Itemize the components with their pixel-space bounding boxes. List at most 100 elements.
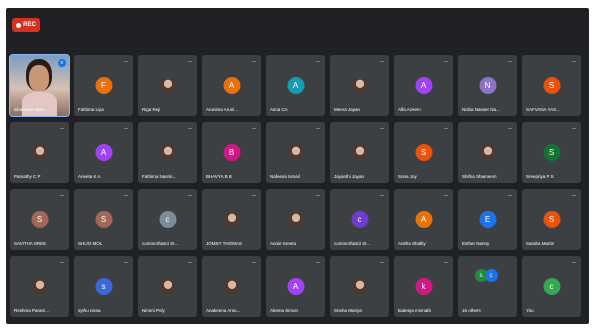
participant-tile[interactable]: ‥ Nafeesa Ismail xyxy=(266,122,325,183)
mic-off-icon: ‥ xyxy=(315,58,320,64)
participant-name: Sreepriya P S xyxy=(526,174,554,179)
participant-tile[interactable]: ‥ Jayanthi Jayan xyxy=(330,122,389,183)
avatar: A xyxy=(415,211,432,228)
mic-off-icon: ‥ xyxy=(187,58,192,64)
participant-name: Fathima Nasrin... xyxy=(142,174,177,179)
avatar: S xyxy=(415,144,432,161)
avatar: S xyxy=(31,211,48,228)
mic-off-icon: ‥ xyxy=(507,125,512,131)
mic-off-icon: ‥ xyxy=(443,259,448,265)
recording-badge: REC xyxy=(12,18,40,32)
participant-name: Asna CA xyxy=(270,107,288,112)
participant-tile[interactable]: ‥ S SAVITHA SREE xyxy=(10,189,69,250)
participant-name: Nafeesa Ismail xyxy=(270,174,300,179)
avatar: S xyxy=(543,211,560,228)
mic-off-icon: ‥ xyxy=(251,58,256,64)
avatar xyxy=(351,144,368,161)
participant-name: Parvathy C P xyxy=(14,174,41,179)
mic-off-icon: ‥ xyxy=(123,259,128,265)
mic-off-icon: ‥ xyxy=(59,192,64,198)
avatar: F xyxy=(95,77,112,94)
mic-off-icon: ‥ xyxy=(571,259,576,265)
participant-tile[interactable]: ‥ B BHAVYA B B xyxy=(202,122,261,183)
participant-tile[interactable]: ‥ c You xyxy=(522,256,581,317)
participant-tile[interactable]: ≡ Shareena Vara... xyxy=(9,54,70,117)
participant-tile[interactable]: ‥ Annie Sreeta xyxy=(266,189,325,250)
participant-name: Aleena Simon xyxy=(270,308,299,313)
avatar xyxy=(159,278,176,295)
participant-tile[interactable]: ‥ E Esther Nanny xyxy=(458,189,517,250)
participant-name: SAFVANA YAS... xyxy=(526,107,561,112)
mic-off-icon: ‥ xyxy=(251,192,256,198)
participant-name: Nimmi Poly xyxy=(142,308,165,313)
mic-off-icon: ‥ xyxy=(379,192,384,198)
participant-name: commerfiast3 St... xyxy=(334,241,371,246)
participant-tile[interactable]: ‥ A Aleena Simon xyxy=(266,256,325,317)
avatar xyxy=(351,278,368,295)
participant-tile[interactable]: ‥ S SHIJO MOL xyxy=(74,189,133,250)
participant-tile[interactable]: ‥ k kadeeja minnath xyxy=(394,256,453,317)
participant-name: Reshma Param... xyxy=(14,308,50,313)
avatar xyxy=(287,144,304,161)
mic-off-icon: ‥ xyxy=(59,259,64,265)
mic-off-icon: ‥ xyxy=(315,192,320,198)
mic-off-icon: ‥ xyxy=(443,125,448,131)
avatar xyxy=(287,211,304,228)
video-face xyxy=(29,65,49,91)
avatar: s xyxy=(95,278,112,295)
participant-name: Sandra Martin xyxy=(526,241,555,246)
mic-off-icon: ‥ xyxy=(123,192,128,198)
participant-tile[interactable]: ‥ Meera Jayan xyxy=(330,55,389,116)
participant-tile[interactable]: ‥ Sneha Mariya xyxy=(330,256,389,317)
mic-off-icon: ‥ xyxy=(59,125,64,131)
participant-tile[interactable]: ‥ Fathima Nasrin... xyxy=(138,122,197,183)
avatar: A xyxy=(223,77,240,94)
participant-name: Esther Nanny xyxy=(462,241,490,246)
participant-tile[interactable]: ‥ A Aneeta K A xyxy=(74,122,133,183)
participant-tile[interactable]: s c 16 others xyxy=(458,256,517,317)
participant-tile[interactable]: ‥ A Anitha Shalby xyxy=(394,189,453,250)
recording-label: REC xyxy=(23,22,36,28)
participant-tile[interactable]: ‥ c commerfiast4 St... xyxy=(138,189,197,250)
participant-tile[interactable]: ‥ A Asna CA xyxy=(266,55,325,116)
participant-tile[interactable]: ‥ Riga Reji xyxy=(138,55,197,116)
participant-name: JOMSY THOMAS xyxy=(206,241,242,246)
participant-tile[interactable]: ‥ Anakeena Anto... xyxy=(202,256,261,317)
avatar xyxy=(351,77,368,94)
participant-tile[interactable]: ‥ S Sandra Martin xyxy=(522,189,581,250)
avatar: E xyxy=(479,211,496,228)
avatar xyxy=(159,144,176,161)
mic-off-icon: ‥ xyxy=(251,125,256,131)
avatar: c xyxy=(484,269,498,282)
participant-name: sythu nissa xyxy=(78,308,101,313)
mic-off-icon: ‥ xyxy=(571,125,576,131)
avatar: S xyxy=(95,211,112,228)
avatar: c xyxy=(159,211,176,228)
participant-tile[interactable]: ‥ JOMSY THOMAS xyxy=(202,189,261,250)
mic-off-icon: ‥ xyxy=(379,259,384,265)
avatar: A xyxy=(287,77,304,94)
participant-tile[interactable]: ‥ S Sona Joy xyxy=(394,122,453,183)
avatar xyxy=(159,77,176,94)
participant-tile[interactable]: ‥ A Alfa Azeem xyxy=(394,55,453,116)
mic-off-icon: ‥ xyxy=(507,192,512,198)
avatar xyxy=(223,278,240,295)
participant-tile[interactable]: ‥ s sythu nissa xyxy=(74,256,133,317)
participant-tile[interactable]: ‥ Parvathy C P xyxy=(10,122,69,183)
participant-tile[interactable]: ‥ S Sreepriya P S xyxy=(522,122,581,183)
participant-tile[interactable]: ‥ S SAFVANA YAS... xyxy=(522,55,581,116)
avatar: A xyxy=(95,144,112,161)
participant-tile[interactable]: ‥ c commerfiast3 St... xyxy=(330,189,389,250)
participant-tile[interactable]: ‥ Shifna Shameem xyxy=(458,122,517,183)
participant-name: Alfa Azeem xyxy=(398,107,421,112)
participant-tile[interactable]: ‥ A Arunima Arunl... xyxy=(202,55,261,116)
mic-off-icon: ‥ xyxy=(315,125,320,131)
participant-tile[interactable]: ‥ F Fathima Liya xyxy=(74,55,133,116)
participant-tile[interactable]: ‥ N Nisba Nasser Na... xyxy=(458,55,517,116)
audio-wave-icon: ≡ xyxy=(58,59,66,67)
mic-off-icon: ‥ xyxy=(443,58,448,64)
participant-name: Arunima Arunl... xyxy=(206,107,239,112)
participant-tile[interactable]: ‥ Nimmi Poly xyxy=(138,256,197,317)
mic-off-icon: ‥ xyxy=(443,192,448,198)
participant-tile[interactable]: ‥ Reshma Param... xyxy=(10,256,69,317)
